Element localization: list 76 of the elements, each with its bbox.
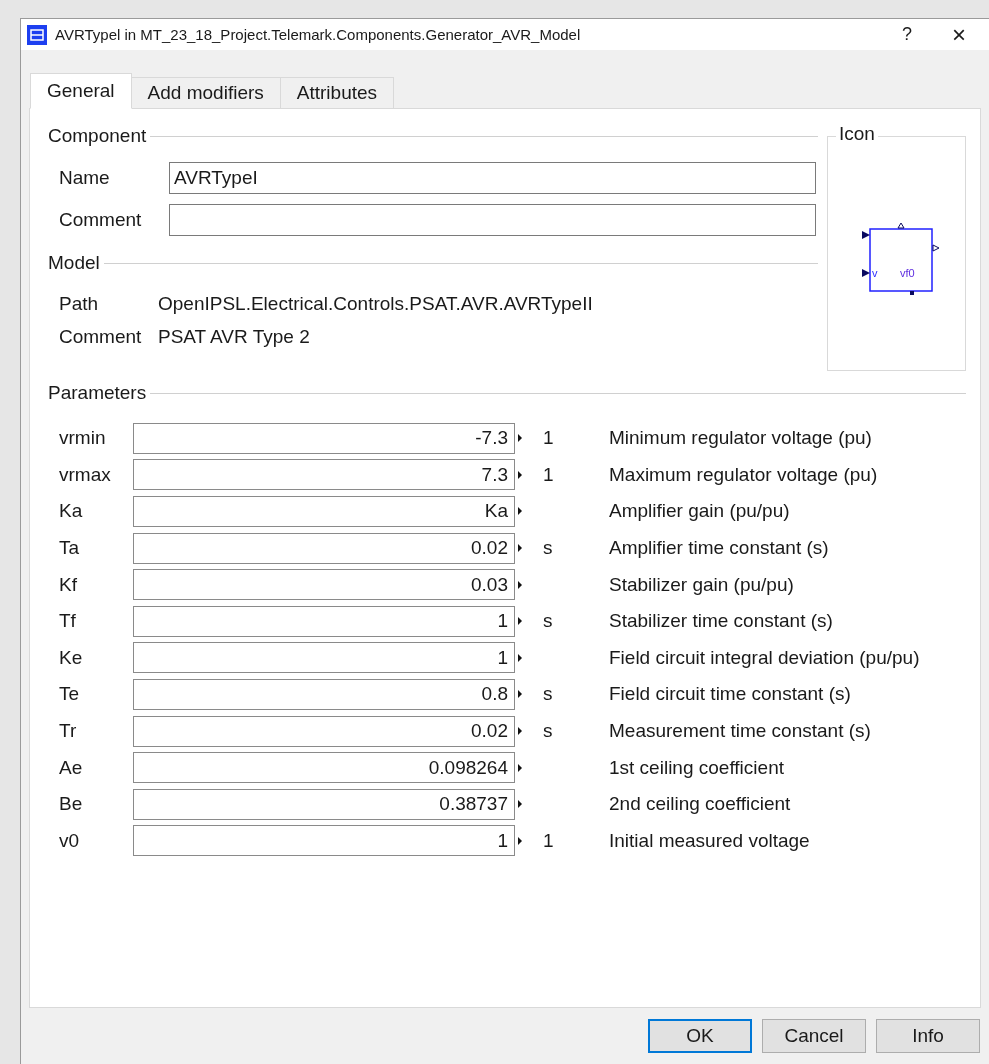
parameter-description: 2nd ceiling coefficient [609, 793, 792, 816]
window-title: AVRTypel in MT_23_18_Project.Telemark.Components.Generator_AVR_Model [55, 26, 582, 43]
parameter-unit: s [543, 720, 554, 743]
parameter-description: Field circuit integral deviation (pu/pu) [609, 646, 921, 669]
group-title: Parameters [48, 382, 147, 404]
parameter-field[interactable]: 7.3 [133, 459, 515, 491]
parameter-description: 1st ceiling coefficient [609, 756, 785, 779]
parameter-name: vrmax [59, 463, 112, 486]
block-drawing: v vf0 [860, 223, 940, 295]
info-label: Comment [59, 325, 143, 348]
menu-arrow-icon[interactable] [518, 763, 522, 772]
parameter-name: v0 [59, 829, 81, 852]
parameter-field[interactable]: 1 [133, 642, 515, 674]
parameter-field[interactable]: -7.3 [133, 422, 515, 454]
parameter-field[interactable]: 1 [133, 825, 515, 857]
info-value: PSAT AVR Type 2 [158, 325, 311, 348]
parameter-field[interactable]: 0.098264 [133, 752, 515, 784]
menu-arrow-icon[interactable] [518, 727, 522, 736]
parameter-description: Field circuit time constant (s) [609, 683, 852, 706]
parameter-name: Ka [59, 500, 84, 523]
menu-arrow-icon[interactable] [518, 690, 522, 699]
menu-arrow-icon[interactable] [518, 470, 522, 479]
menu-arrow-icon[interactable] [518, 580, 522, 589]
parameter-unit: s [543, 683, 554, 706]
parameter-field[interactable]: 0.03 [133, 569, 515, 601]
parameter-description: Minimum regulator voltage (pu) [609, 427, 873, 450]
parameter-field[interactable]: 0.38737 [133, 788, 515, 820]
dialog-button[interactable]: OK [648, 1019, 752, 1053]
parameter-name: Tf [59, 610, 77, 633]
parameter-name: Kf [59, 573, 78, 596]
parameter-name: vrmin [59, 427, 107, 450]
parameter-description: Initial measured voltage [609, 829, 811, 852]
info-label: Path [59, 292, 100, 315]
group-title: Model [48, 252, 100, 274]
dialog-button[interactable]: Cancel [762, 1019, 866, 1053]
parameter-field[interactable]: 1 [133, 605, 515, 637]
parameter-unit: s [543, 610, 554, 633]
menu-arrow-icon[interactable] [518, 653, 522, 662]
parameter-name: Be [59, 793, 84, 816]
parameter-unit: 1 [543, 427, 555, 450]
parameter-name: Ae [59, 756, 84, 779]
parameter-field[interactable]: 0.8 [133, 678, 515, 710]
group-title: Component [48, 125, 147, 147]
menu-arrow-icon[interactable] [518, 434, 522, 443]
text-field[interactable]: AVRTypeI [169, 162, 816, 194]
tab[interactable]: Attributes [279, 77, 395, 109]
menu-arrow-icon[interactable] [518, 836, 522, 845]
menu-arrow-icon[interactable] [518, 617, 522, 626]
parameter-description: Stabilizer gain (pu/pu) [609, 573, 795, 596]
menu-arrow-icon[interactable] [518, 800, 522, 809]
menu-arrow-icon[interactable] [518, 507, 522, 516]
parameter-field[interactable]: 0.02 [133, 532, 515, 564]
parameter-name: Tr [59, 720, 78, 743]
parameter-description: Stabilizer time constant (s) [609, 610, 834, 633]
menu-arrow-icon[interactable] [518, 544, 522, 553]
parameter-name: Te [59, 683, 81, 706]
info-value: OpenIPSL.Electrical.Controls.PSAT.AVR.AVRTypeII [158, 292, 594, 315]
help-button[interactable]: ? [885, 24, 929, 45]
tab[interactable]: General [30, 73, 132, 109]
field-label: Name [59, 167, 111, 189]
parameter-name: Ta [59, 537, 81, 560]
parameter-field[interactable]: 0.02 [133, 715, 515, 747]
window-icon [27, 24, 47, 45]
dialog-button[interactable]: Info [876, 1019, 980, 1053]
parameter-description: Maximum regulator voltage (pu) [609, 463, 879, 486]
parameter-field[interactable]: Ka [133, 496, 515, 527]
parameter-unit: s [543, 537, 554, 560]
close-button[interactable]: × [937, 20, 981, 49]
parameter-unit: 1 [543, 829, 555, 852]
text-field[interactable] [169, 204, 816, 236]
parameter-unit: 1 [543, 463, 555, 486]
parameter-description: Amplifier gain (pu/pu) [609, 500, 791, 523]
parameter-description: Measurement time constant (s) [609, 720, 872, 743]
parameter-name: Ke [59, 646, 84, 669]
field-label: Comment [59, 209, 143, 231]
parameter-description: Amplifier time constant (s) [609, 537, 830, 560]
